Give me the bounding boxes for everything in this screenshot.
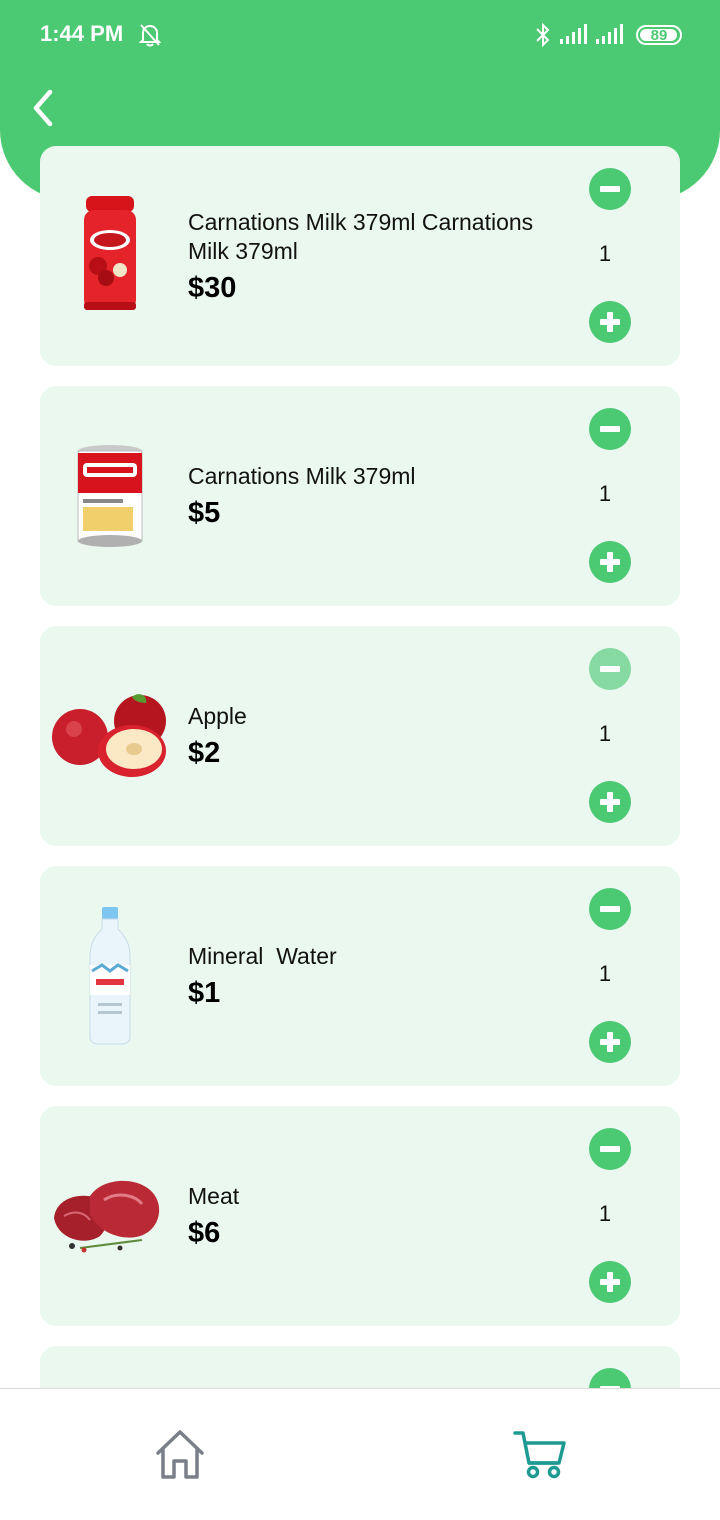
battery-indicator: 89 [636, 25, 682, 45]
bluetooth-icon [536, 22, 550, 48]
signal-icon [596, 24, 623, 44]
minus-icon [600, 906, 620, 912]
item-quantity: 1 [598, 241, 612, 266]
item-quantity: 1 [598, 481, 612, 506]
item-price: $5 [188, 497, 221, 529]
item-info: Carnations Milk 379ml Carnations Milk 37… [188, 146, 578, 366]
signal-icon [560, 24, 587, 44]
bottom-navigation [0, 1388, 720, 1520]
increase-quantity-button[interactable] [589, 781, 631, 823]
status-time: 1:44 PM [40, 21, 124, 46]
decrease-quantity-button[interactable] [589, 1128, 631, 1170]
increase-quantity-button[interactable] [589, 541, 631, 583]
item-info: Apple $2 [188, 626, 578, 846]
increase-quantity-button[interactable] [589, 1021, 631, 1063]
milk-can-image [77, 445, 143, 547]
item-quantity: 1 [598, 1201, 612, 1226]
decrease-quantity-button[interactable] [589, 168, 631, 210]
cart-icon[interactable] [512, 1427, 568, 1483]
cart-item: Carnations Milk 379ml Carnations Milk 37… [40, 146, 680, 366]
cart-item: Mineral Water $1 1 [40, 866, 680, 1086]
item-price: $2 [188, 737, 221, 769]
product-image [50, 186, 170, 326]
cart-item: Meat $6 1 [40, 1106, 680, 1326]
minus-icon [600, 1146, 620, 1152]
decrease-quantity-button[interactable] [589, 888, 631, 930]
decrease-quantity-button[interactable] [589, 1368, 631, 1388]
back-button[interactable] [26, 86, 62, 130]
product-image [50, 1146, 170, 1286]
item-price: $1 [188, 977, 221, 1009]
product-image [50, 426, 170, 566]
decrease-quantity-button[interactable] [589, 648, 631, 690]
meat-image [54, 1180, 160, 1253]
item-name: Carnations Milk 379ml [188, 463, 416, 489]
item-price: $30 [188, 271, 237, 304]
item-name: Mineral Water [188, 943, 337, 969]
cart-item: Apple $2 1 [40, 626, 680, 846]
bell-muted-icon [138, 24, 162, 47]
minus-icon [600, 426, 620, 432]
item-name: Carnations Milk 379ml Carnations Milk 37… [188, 208, 534, 264]
product-image [50, 906, 170, 1046]
increase-quantity-button[interactable] [589, 301, 631, 343]
item-name: Meat [188, 1183, 240, 1209]
cart-item-list[interactable]: Carnations Milk 379ml Carnations Milk 37… [40, 146, 680, 1388]
product-image [50, 666, 170, 806]
cart-item [40, 1346, 680, 1388]
item-quantity: 1 [598, 961, 612, 986]
item-info: Meat $6 [188, 1106, 578, 1326]
minus-icon [600, 666, 620, 672]
item-quantity: 1 [598, 721, 612, 746]
decrease-quantity-button[interactable] [589, 408, 631, 450]
item-name: Apple [188, 703, 247, 729]
home-icon[interactable] [152, 1427, 208, 1483]
cart-item: Carnations Milk 379ml $5 1 [40, 386, 680, 606]
apple-image [52, 694, 166, 777]
increase-quantity-button[interactable] [589, 1261, 631, 1303]
item-info: Carnations Milk 379ml $5 [188, 386, 578, 606]
item-info: Mineral Water $1 [188, 866, 578, 1086]
battery-level: 89 [650, 26, 668, 44]
status-bar: 1:44 PM 89 [0, 0, 720, 70]
strawberry-jar-image [84, 196, 136, 310]
water-bottle-image [89, 907, 131, 1045]
item-price: $6 [188, 1217, 221, 1249]
minus-icon [600, 186, 620, 192]
